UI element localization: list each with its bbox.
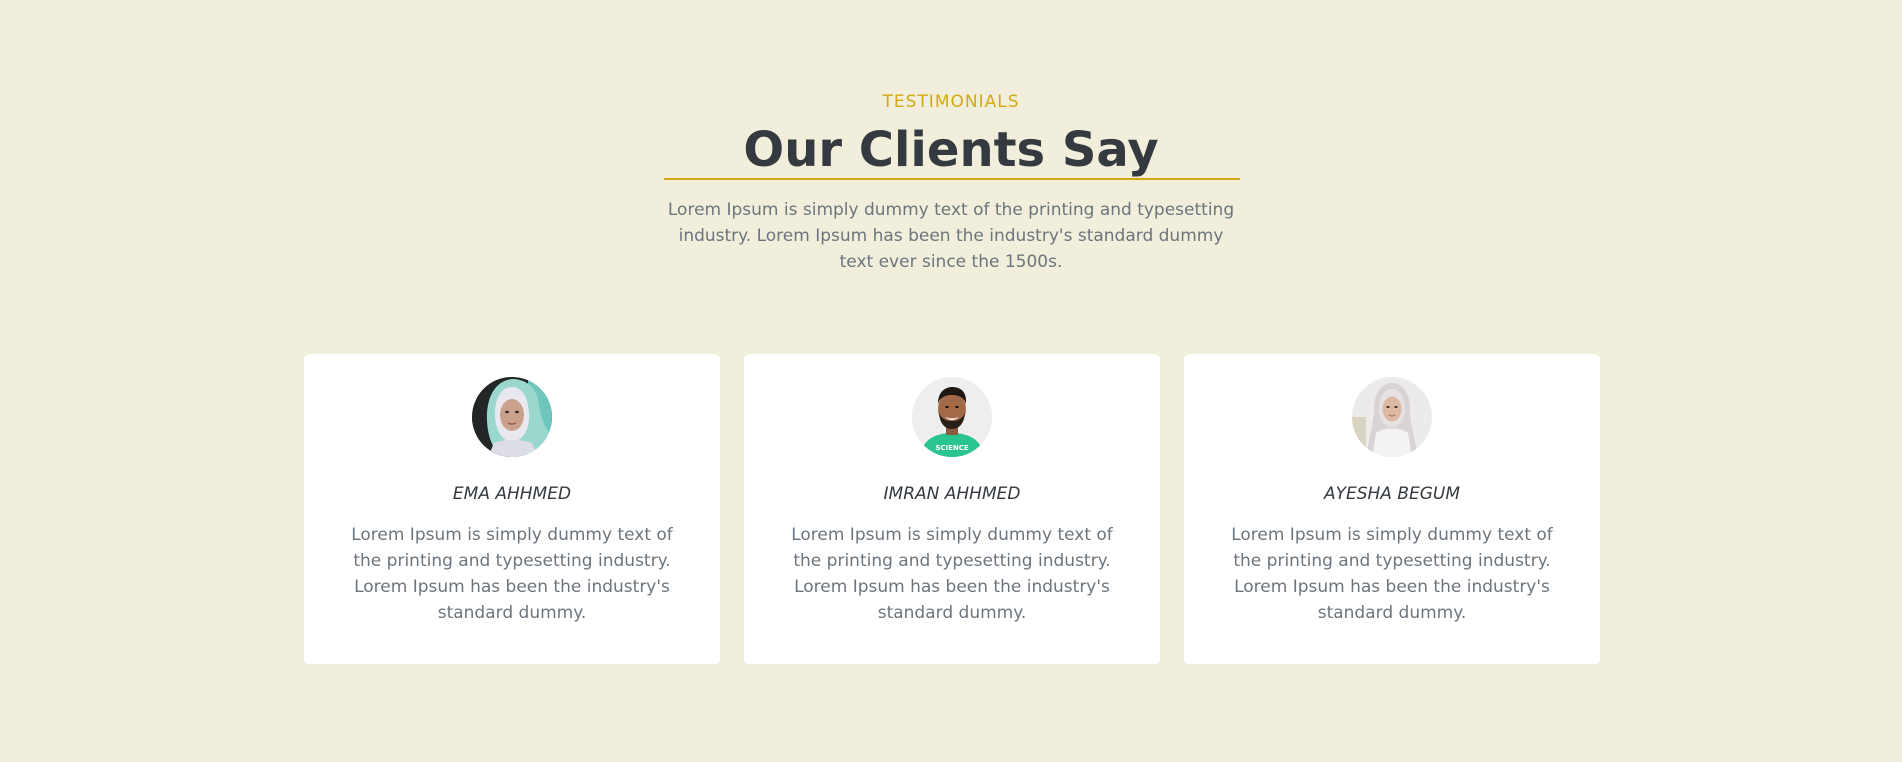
testimonial-card-imran: SCIENCE IMRAN AHHMED Lorem Ipsum is simp… <box>744 354 1160 664</box>
woman-teal-hijab-photo <box>472 377 552 457</box>
client-name: IMRAN AHHMED <box>883 484 1021 504</box>
avatar <box>472 377 552 457</box>
client-quote: Lorem Ipsum is simply dummy text of the … <box>791 525 1113 623</box>
title-underline <box>664 178 1240 180</box>
section-eyebrow: TESTIMONIALS <box>882 92 1020 112</box>
client-quote: Lorem Ipsum is simply dummy text of the … <box>351 525 673 623</box>
woman-white-hijab-photo <box>1352 377 1432 457</box>
man-green-shirt-photo: SCIENCE <box>912 377 992 457</box>
testimonial-cards: EMA AHHMED Lorem Ipsum is simply dummy t… <box>304 354 1600 664</box>
avatar: SCIENCE <box>912 377 992 457</box>
client-name: EMA AHHMED <box>452 484 572 504</box>
testimonial-card-ayesha: AYESHA BEGUM Lorem Ipsum is simply dummy… <box>1184 354 1600 664</box>
section-title: Our Clients Say <box>743 122 1159 178</box>
shirt-text: SCIENCE <box>935 444 969 452</box>
client-name: AYESHA BEGUM <box>1323 484 1461 504</box>
avatar <box>1352 377 1432 457</box>
client-quote: Lorem Ipsum is simply dummy text of the … <box>1231 525 1553 623</box>
section-intro: Lorem Ipsum is simply dummy text of the … <box>667 200 1235 272</box>
testimonial-card-ema: EMA AHHMED Lorem Ipsum is simply dummy t… <box>304 354 720 664</box>
